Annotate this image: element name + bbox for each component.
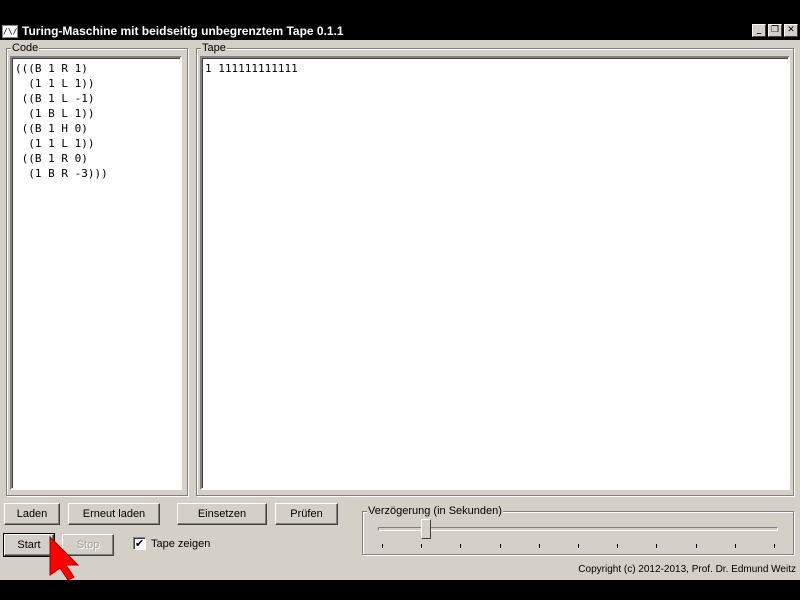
insert-button[interactable]: Einsetzen bbox=[177, 503, 267, 525]
minimize-button[interactable]: _ bbox=[752, 24, 766, 37]
check-button[interactable]: Prüfen bbox=[275, 503, 338, 525]
code-line: ((B 1 R 0) bbox=[15, 152, 88, 165]
close-button[interactable]: ✕ bbox=[784, 24, 798, 37]
window-title: Turing-Maschine mit beidseitig unbegrenz… bbox=[22, 24, 344, 38]
tape-view[interactable]: 1 111111111111 bbox=[200, 56, 790, 490]
delay-slider-track[interactable] bbox=[378, 527, 778, 531]
slider-tick bbox=[774, 544, 775, 548]
code-line: (1 1 L 1)) bbox=[15, 137, 95, 150]
copyright-text: Copyright (c) 2012-2013, Prof. Dr. Edmun… bbox=[578, 564, 796, 575]
show-tape-checkbox[interactable]: ✔ bbox=[133, 537, 146, 550]
pointer-arrow-icon bbox=[49, 535, 80, 581]
slider-tick bbox=[382, 544, 383, 548]
code-lines: (((B 1 R 1) (1 1 L 1)) ((B 1 L -1) (1 B … bbox=[15, 61, 177, 181]
code-line: (1 B R -3))) bbox=[15, 167, 108, 180]
delay-slider-thumb[interactable] bbox=[421, 519, 431, 539]
slider-tick bbox=[578, 544, 579, 548]
slider-tick bbox=[617, 544, 619, 548]
slider-tick bbox=[421, 544, 423, 548]
slider-tick bbox=[538, 544, 540, 548]
slider-tick bbox=[656, 544, 658, 548]
code-line: (1 B L 1)) bbox=[15, 107, 95, 120]
delay-group-label: Verzögerung (in Sekunden) bbox=[367, 504, 503, 518]
code-line: (((B 1 R 1) bbox=[15, 62, 88, 75]
slider-tick bbox=[695, 544, 697, 548]
code-line: (1 1 L 1)) bbox=[15, 77, 95, 90]
show-tape-option[interactable]: ✔ Tape zeigen bbox=[133, 537, 210, 550]
slider-tick bbox=[460, 544, 462, 548]
code-group-label: Code bbox=[11, 41, 40, 55]
code-editor[interactable]: (((B 1 R 1) (1 1 L 1)) ((B 1 L -1) (1 B … bbox=[10, 56, 182, 490]
window-controls: _ ❐ ✕ bbox=[752, 24, 798, 37]
tape-content: 1 111111111111 bbox=[205, 62, 298, 75]
app-icon[interactable]: /\/\ bbox=[2, 24, 18, 38]
tape-group-label: Tape bbox=[201, 41, 227, 55]
load-button[interactable]: Laden bbox=[4, 503, 60, 525]
title-bar[interactable]: /\/\ Turing-Maschine mit beidseitig unbe… bbox=[0, 22, 800, 40]
slider-tick bbox=[734, 544, 736, 548]
restore-button[interactable]: ❐ bbox=[768, 24, 782, 37]
show-tape-label: Tape zeigen bbox=[151, 537, 211, 550]
reload-button[interactable]: Erneut laden bbox=[68, 503, 160, 525]
code-line: ((B 1 H 0) bbox=[15, 122, 88, 135]
slider-tick bbox=[499, 544, 501, 548]
code-line: ((B 1 L -1) bbox=[15, 92, 95, 105]
